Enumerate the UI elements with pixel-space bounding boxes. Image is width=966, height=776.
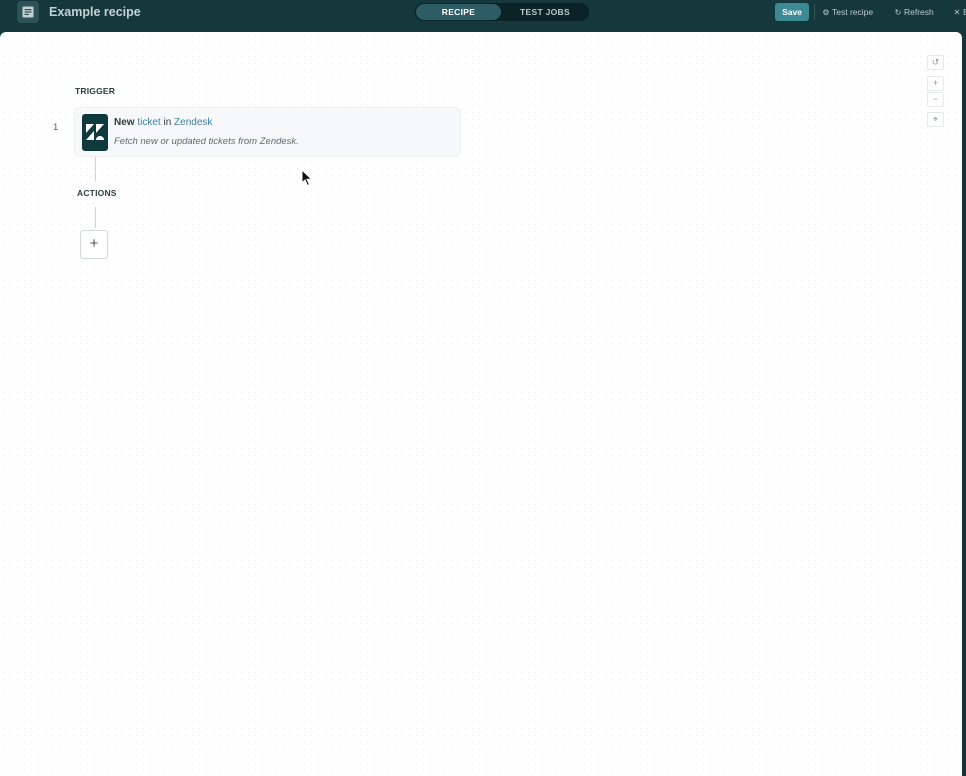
step-description: Fetch new or updated tickets from Zendes… [114, 136, 299, 147]
zendesk-logo-icon [82, 114, 108, 151]
refresh-button[interactable]: ↻ Refresh [894, 3, 934, 21]
step-title-object[interactable]: ticket [137, 117, 160, 128]
step-number: 1 [53, 122, 59, 133]
test-recipe-label: Test recipe [832, 7, 874, 17]
recipe-document-icon[interactable] [17, 1, 39, 23]
recipe-title[interactable]: Example recipe [49, 4, 141, 20]
add-step-button[interactable]: + [80, 230, 108, 259]
tab-test-jobs[interactable]: TEST JOBS [503, 4, 587, 20]
top-bar: Example recipe RECIPE TEST JOBS Save ⚙ Te… [0, 0, 966, 32]
step-title-verb: New [114, 117, 135, 128]
view-tabs: RECIPE TEST JOBS [415, 3, 589, 21]
tab-recipe[interactable]: RECIPE [416, 4, 501, 20]
refresh-label: Refresh [904, 7, 934, 17]
fit-to-screen-icon[interactable]: ⌖ [927, 112, 944, 127]
zoom-out-icon[interactable]: − [927, 92, 944, 107]
step-title: New ticket in Zendesk [114, 117, 212, 129]
gear-icon: ⚙ [822, 8, 830, 17]
close-icon: ✕ [953, 8, 961, 17]
step-connector-line [95, 157, 96, 181]
step-title-app[interactable]: Zendesk [174, 117, 212, 128]
toolbar-divider [814, 4, 815, 20]
test-recipe-button[interactable]: ⚙ Test recipe [822, 3, 873, 21]
recipe-canvas[interactable]: TRIGGER 1 New ticket in Zendesk Fetch ne… [0, 32, 962, 776]
mouse-cursor-icon [301, 168, 313, 192]
save-button[interactable]: Save [775, 3, 809, 21]
exit-button[interactable]: ✕ E [953, 3, 966, 21]
trigger-step-card[interactable]: New ticket in Zendesk Fetch new or updat… [74, 107, 461, 157]
actions-section-label: ACTIONS [77, 188, 117, 198]
reset-view-icon[interactable]: ↺ [927, 55, 944, 70]
trigger-section-label: TRIGGER [75, 86, 116, 96]
zoom-in-icon[interactable]: + [927, 76, 944, 91]
refresh-icon: ↻ [894, 8, 902, 17]
step-connector-line [95, 207, 96, 228]
step-title-connector: in [163, 117, 172, 128]
